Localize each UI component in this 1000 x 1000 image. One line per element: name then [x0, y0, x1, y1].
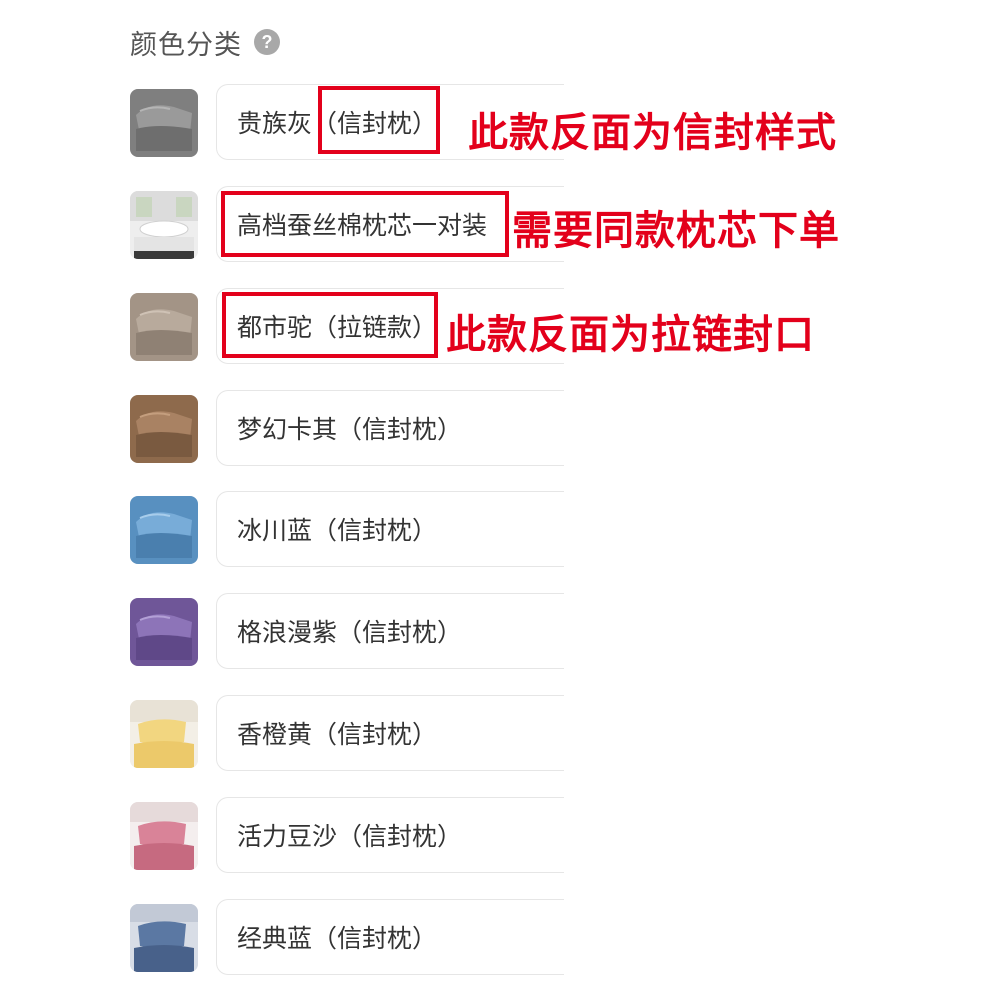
pink-pillow-thumbnail: [130, 802, 198, 870]
gray-pillow-thumbnail: [130, 89, 198, 157]
option-label: 梦幻卡其（信封枕）: [237, 415, 463, 444]
option-row-dream-khaki[interactable]: 梦幻卡其（信封枕）: [130, 390, 576, 466]
annotation-zipper-closure: 此款反面为拉链封口: [446, 312, 815, 358]
option-label: 冰川蓝（信封枕）: [237, 516, 438, 545]
option-row-glacier-blue[interactable]: 冰川蓝（信封枕）: [130, 491, 576, 567]
purple-pillow-thumbnail: [130, 598, 198, 666]
color-category-title: 颜色分类: [130, 29, 242, 61]
option-row-romantic-purple[interactable]: 格浪漫紫（信封枕）: [130, 593, 576, 669]
option-label: 格浪漫紫（信封枕）: [237, 618, 463, 647]
color-category-header: 颜色分类 ?: [130, 22, 280, 62]
annotation-envelope-style: 此款反面为信封样式: [468, 110, 837, 156]
option-row-vibrant-bean[interactable]: 活力豆沙（信封枕）: [130, 797, 576, 873]
option-label: 香橙黄（信封枕）: [237, 720, 438, 749]
camel-pillow-thumbnail: [130, 293, 198, 361]
option-button[interactable]: 香橙黄（信封枕）: [216, 695, 576, 771]
yellow-pillow-thumbnail: [130, 700, 198, 768]
option-row-classic-blue[interactable]: 经典蓝（信封枕）: [130, 899, 576, 975]
option-button[interactable]: 梦幻卡其（信封枕）: [216, 390, 576, 466]
blue-pillow-thumbnail: [130, 496, 198, 564]
option-button[interactable]: 活力豆沙（信封枕）: [216, 797, 576, 873]
option-button[interactable]: 格浪漫紫（信封枕）: [216, 593, 576, 669]
highlight-frame-zipper: [222, 292, 438, 358]
option-label: 活力豆沙（信封枕）: [237, 822, 463, 851]
annotation-order-pillow-core: 需要同款枕芯下单: [512, 208, 840, 254]
question-circle-icon[interactable]: ?: [254, 29, 280, 55]
option-button[interactable]: 经典蓝（信封枕）: [216, 899, 576, 975]
highlight-frame-pillow-core: [221, 191, 509, 257]
white-pillow-core-thumbnail: [130, 191, 198, 259]
option-label: 经典蓝（信封枕）: [237, 924, 438, 953]
option-button[interactable]: 冰川蓝（信封枕）: [216, 491, 576, 567]
navy-pillow-thumbnail: [130, 904, 198, 972]
khaki-pillow-thumbnail: [130, 395, 198, 463]
highlight-frame-envelope: [318, 86, 440, 154]
option-row-orange-yellow[interactable]: 香橙黄（信封枕）: [130, 695, 576, 771]
